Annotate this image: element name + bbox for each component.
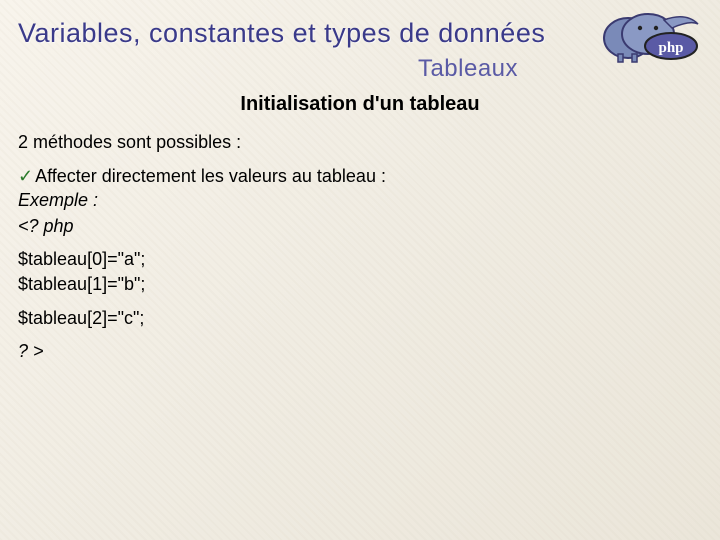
code-open-tag: <? php	[18, 215, 702, 238]
bullet-text: Affecter directement les valeurs au tabl…	[35, 166, 386, 186]
code-line-2: $tableau[1]="b";	[18, 273, 702, 296]
intro-text: 2 méthodes sont possibles :	[18, 130, 702, 154]
code-line-1: $tableau[0]="a";	[18, 248, 702, 271]
section-heading: Initialisation d'un tableau	[18, 93, 702, 116]
code-line-3: $tableau[2]="c";	[18, 307, 702, 330]
svg-text:php: php	[658, 40, 683, 56]
example-label: Exemple :	[18, 189, 702, 212]
php-logo: php	[586, 6, 706, 64]
checkmark-icon: ✓	[18, 166, 33, 186]
bullet-line: ✓Affecter directement les valeurs au tab…	[18, 166, 702, 187]
code-close-tag: ? >	[18, 340, 702, 363]
